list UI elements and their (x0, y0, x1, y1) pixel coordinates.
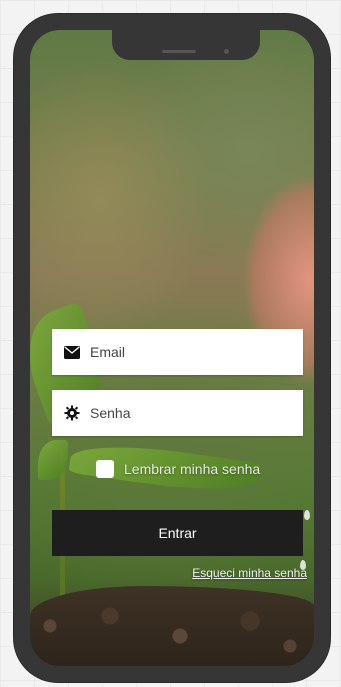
gear-icon (64, 405, 80, 421)
envelope-icon (64, 344, 80, 360)
password-input[interactable] (88, 404, 292, 422)
email-input[interactable] (88, 343, 292, 361)
remember-checkbox[interactable] (96, 460, 114, 478)
remember-label: Lembrar minha senha (124, 461, 261, 477)
front-camera (224, 49, 229, 54)
email-field-container[interactable] (52, 329, 303, 375)
soil (30, 586, 314, 666)
phone-notch (112, 30, 260, 60)
remember-password-row[interactable]: Lembrar minha senha (96, 460, 260, 478)
forgot-password-link[interactable]: Esqueci minha senha (192, 566, 307, 580)
speaker-grille (162, 50, 196, 53)
password-field-container[interactable] (52, 390, 303, 436)
water-drop (304, 510, 310, 520)
login-button[interactable]: Entrar (52, 510, 303, 556)
